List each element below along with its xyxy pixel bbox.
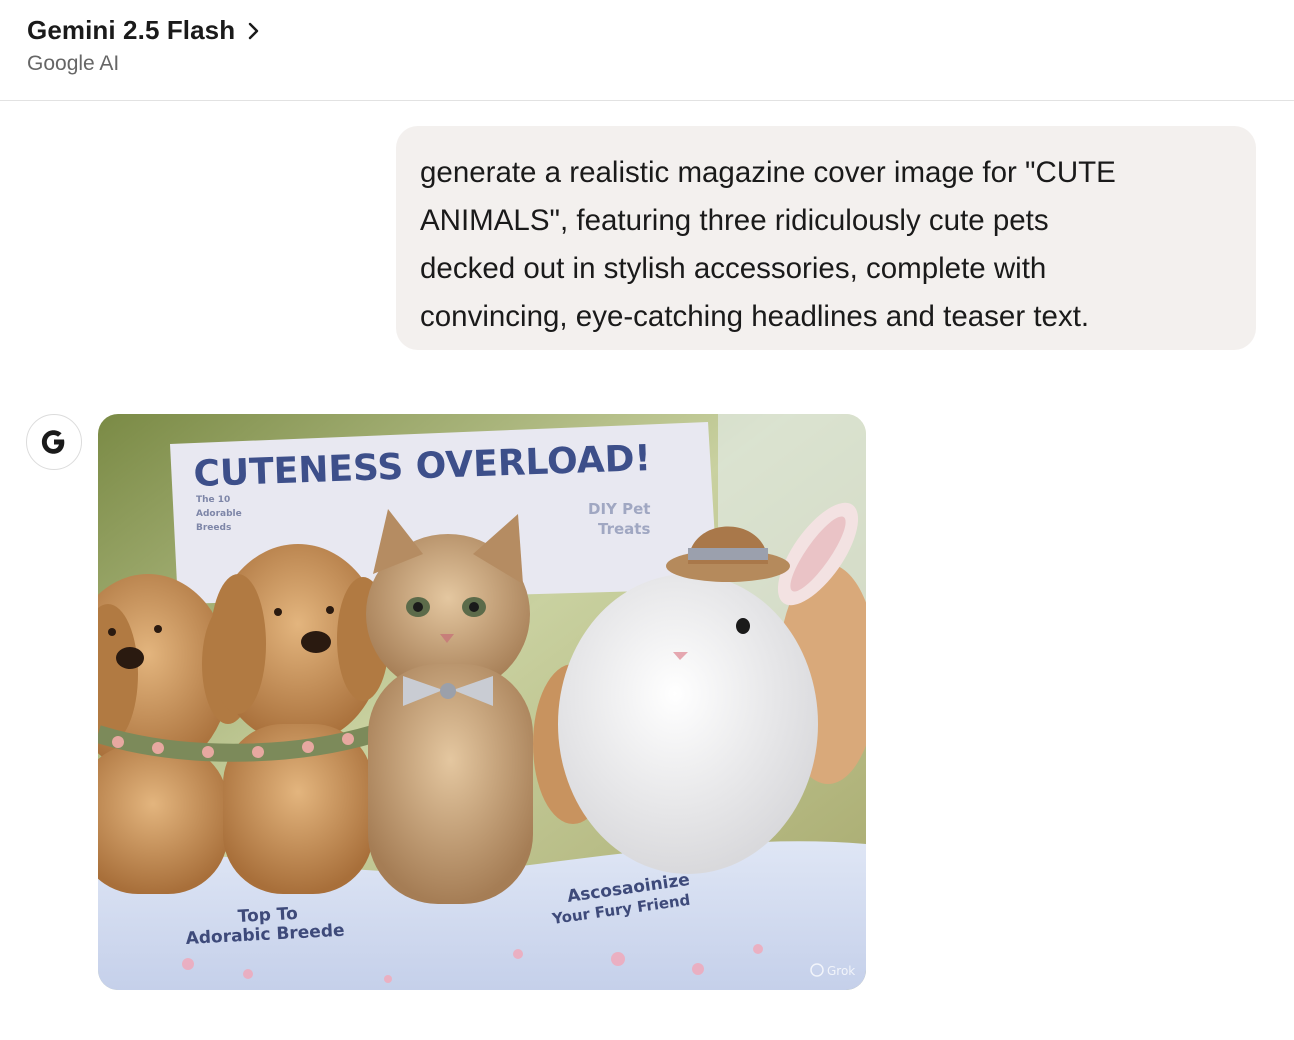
teaser-left-2: Adorable (196, 509, 242, 519)
generated-image[interactable]: CUTENESS OVERLOAD! The 10 Adorable Breed… (98, 414, 866, 990)
model-provider: Google AI (27, 52, 120, 75)
watermark-text: Grok (827, 964, 855, 978)
user-message-text: generate a realistic magazine cover imag… (420, 156, 1116, 333)
teaser-right-1: DIY Pet (588, 500, 650, 518)
teaser-right-2: Treats (598, 520, 650, 538)
teaser-left-1: The 10 (196, 495, 230, 505)
google-g-logo-icon (26, 414, 82, 470)
model-title: Gemini 2.5 Flash (27, 15, 236, 45)
model-selector[interactable]: Gemini 2.5 Flash (27, 15, 265, 46)
user-message-bubble: generate a realistic magazine cover imag… (396, 126, 1256, 350)
teaser-left-3: Breeds (196, 523, 231, 533)
chat-header: Gemini 2.5 Flash Google AI (0, 0, 1294, 101)
chevron-right-icon (247, 20, 265, 42)
